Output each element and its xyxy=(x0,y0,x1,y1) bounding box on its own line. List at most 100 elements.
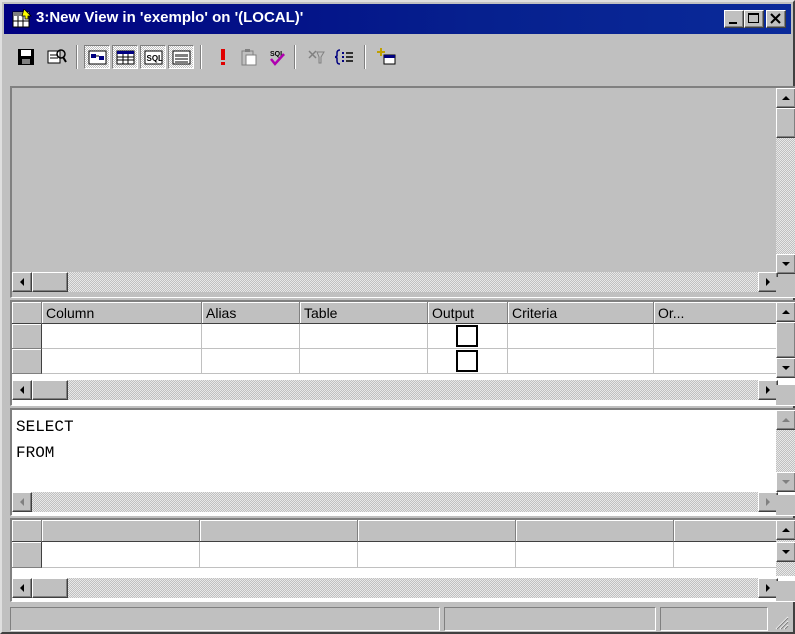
results-cell[interactable] xyxy=(674,542,779,568)
sql-pane-icon: SQL xyxy=(144,50,163,65)
scroll-right-button[interactable] xyxy=(758,492,778,512)
scroll-down-button[interactable] xyxy=(776,254,795,274)
results-corner-header xyxy=(12,520,42,542)
properties-button[interactable] xyxy=(44,45,70,69)
column-header-alias[interactable]: Alias xyxy=(202,302,300,324)
column-header-table[interactable]: Table xyxy=(300,302,428,324)
scroll-left-button[interactable] xyxy=(12,492,32,512)
scroll-down-button[interactable] xyxy=(776,472,795,492)
results-column-header[interactable] xyxy=(358,520,516,542)
results-column-header[interactable] xyxy=(200,520,358,542)
column-header-criteria[interactable]: Criteria xyxy=(508,302,654,324)
sql-text[interactable]: SELECT FROM xyxy=(16,414,74,466)
results-column-header[interactable] xyxy=(516,520,674,542)
view-designer-window: 3:New View in 'exemplo' on '(LOCAL)' SQL… xyxy=(0,0,795,634)
minimize-button[interactable] xyxy=(724,10,744,28)
show-sql-pane-button[interactable]: SQL xyxy=(140,45,166,69)
scroll-right-button[interactable] xyxy=(758,578,778,598)
verify-sql-button[interactable]: SQL xyxy=(264,45,290,69)
scroll-up-button[interactable] xyxy=(776,302,795,322)
grid-cell-criteria[interactable] xyxy=(508,349,654,374)
grid-horizontal-scrollbar[interactable] xyxy=(12,380,778,400)
row-header[interactable] xyxy=(12,349,42,374)
title-bar[interactable]: 3:New View in 'exemplo' on '(LOCAL)' xyxy=(4,4,791,34)
scroll-left-button[interactable] xyxy=(12,272,32,292)
sql-vertical-scrollbar[interactable] xyxy=(776,410,795,492)
use-group-by-button[interactable] xyxy=(332,45,358,69)
grid-pane-icon xyxy=(116,50,135,65)
arrow-right-icon xyxy=(766,386,770,394)
arrow-down-icon xyxy=(782,550,790,554)
arrow-left-icon xyxy=(20,386,24,394)
column-header-or[interactable]: Or... xyxy=(654,302,779,324)
close-button[interactable] xyxy=(766,10,786,28)
results-pane-icon xyxy=(172,50,191,65)
sql-horizontal-scrollbar[interactable] xyxy=(12,492,778,512)
results-cell[interactable] xyxy=(516,542,674,568)
arrow-up-icon xyxy=(782,418,790,422)
add-table-button[interactable] xyxy=(374,45,400,69)
grid-cell-table[interactable] xyxy=(300,324,428,349)
grid-pane[interactable]: Column Alias Table Output Criteria Or... xyxy=(10,300,795,406)
arrow-right-icon xyxy=(766,584,770,592)
paste-button[interactable] xyxy=(236,45,262,69)
arrow-down-icon xyxy=(782,262,790,266)
grid-cell-table[interactable] xyxy=(300,349,428,374)
save-button[interactable] xyxy=(14,45,40,69)
toolbar-separator xyxy=(364,45,366,69)
results-column-header[interactable] xyxy=(42,520,200,542)
diagram-vertical-scrollbar[interactable] xyxy=(776,88,795,274)
results-cell[interactable] xyxy=(358,542,516,568)
scroll-down-button[interactable] xyxy=(776,542,795,562)
run-button[interactable] xyxy=(210,45,236,69)
toolbar-separator xyxy=(200,45,202,69)
grid-cell-column[interactable] xyxy=(42,349,202,374)
show-grid-pane-button[interactable] xyxy=(112,45,138,69)
remove-filter-button[interactable] xyxy=(304,45,330,69)
arrow-down-icon xyxy=(782,366,790,370)
scroll-thumb[interactable] xyxy=(32,578,68,598)
grid-cell-or[interactable] xyxy=(654,349,779,374)
scroll-left-button[interactable] xyxy=(12,578,32,598)
resize-grip-icon[interactable] xyxy=(773,614,789,630)
results-pane[interactable] xyxy=(10,518,795,602)
results-horizontal-scrollbar[interactable] xyxy=(12,578,778,598)
scroll-thumb[interactable] xyxy=(776,108,795,138)
grid-cell-or[interactable] xyxy=(654,324,779,349)
sql-line: FROM xyxy=(16,444,55,462)
output-checkbox[interactable] xyxy=(456,325,478,347)
scroll-right-button[interactable] xyxy=(758,272,778,292)
diagram-pane[interactable] xyxy=(10,86,795,298)
scroll-up-button[interactable] xyxy=(776,88,795,108)
grid-vertical-scrollbar[interactable] xyxy=(776,302,795,378)
column-header-output[interactable]: Output xyxy=(428,302,508,324)
grid-cell-alias[interactable] xyxy=(202,349,300,374)
results-column-header[interactable] xyxy=(674,520,779,542)
status-bar xyxy=(4,605,791,632)
grid-cell-alias[interactable] xyxy=(202,324,300,349)
results-cell[interactable] xyxy=(42,542,200,568)
arrow-right-icon xyxy=(766,498,770,506)
scroll-left-button[interactable] xyxy=(12,380,32,400)
scroll-thumb[interactable] xyxy=(776,322,795,358)
show-results-pane-button[interactable] xyxy=(168,45,194,69)
column-header-column[interactable]: Column xyxy=(42,302,202,324)
scroll-up-button[interactable] xyxy=(776,520,795,540)
exclamation-icon xyxy=(221,49,225,65)
grid-cell-criteria[interactable] xyxy=(508,324,654,349)
scroll-down-button[interactable] xyxy=(776,358,795,378)
scroll-thumb[interactable] xyxy=(32,380,68,400)
results-vertical-scrollbar[interactable] xyxy=(776,520,795,576)
results-cell[interactable] xyxy=(200,542,358,568)
sql-pane[interactable]: SELECT FROM xyxy=(10,408,795,516)
scroll-thumb[interactable] xyxy=(32,272,68,292)
diagram-horizontal-scrollbar[interactable] xyxy=(12,272,778,292)
output-checkbox[interactable] xyxy=(456,350,478,372)
show-diagram-pane-button[interactable] xyxy=(84,45,110,69)
row-header[interactable] xyxy=(12,324,42,349)
grid-cell-column[interactable] xyxy=(42,324,202,349)
scroll-up-button[interactable] xyxy=(776,410,795,430)
maximize-button[interactable] xyxy=(744,10,764,28)
scroll-right-button[interactable] xyxy=(758,380,778,400)
row-header[interactable] xyxy=(12,542,42,568)
